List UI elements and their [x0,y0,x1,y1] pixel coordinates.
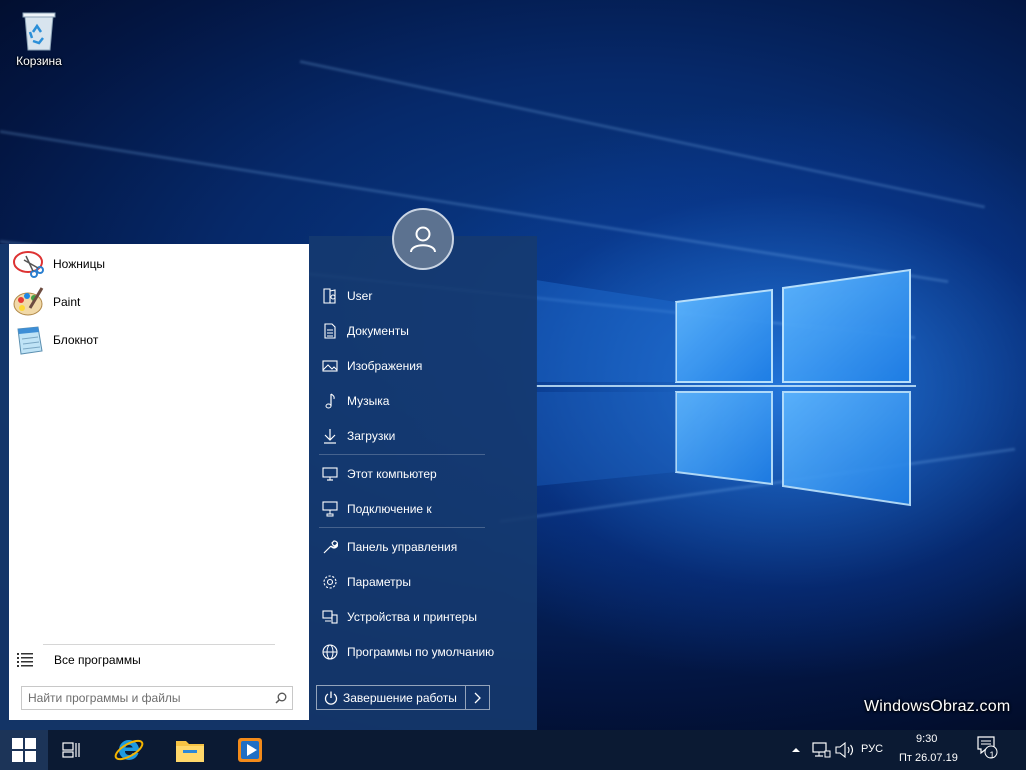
start-search-box [21,686,293,710]
start-menu-programs-pane: Ножницы Paint Блокнот Все программы Найт… [9,244,309,720]
start-item-label: Документы [347,324,409,338]
file-explorer-button[interactable] [166,730,214,770]
computer-icon [322,467,338,481]
start-item-label: Панель управления [347,540,458,554]
program-item-snipping-tool[interactable]: Ножницы [9,246,309,282]
program-item-notepad[interactable]: Блокнот [9,322,309,358]
program-label: Paint [53,295,81,309]
internet-explorer-button[interactable] [105,730,153,770]
shutdown-control: Завершение работы [316,685,490,710]
start-item-control-panel[interactable]: Панель управления [309,532,537,562]
gear-icon [323,575,337,589]
notification-count-badge: 1 [989,750,995,760]
start-item-label: Программы по умолчанию [347,645,495,659]
control-panel-icon [323,540,338,554]
shutdown-label: Завершение работы [343,690,457,705]
volume-tray-button[interactable] [835,741,855,759]
start-item-connect-to[interactable]: Подключение к [309,494,537,524]
media-player-button[interactable] [226,730,274,770]
network-connect-icon [322,501,338,517]
windows-logo-icon [12,738,36,762]
list-icon [17,653,33,667]
start-item-label: Музыка [347,394,390,408]
start-item-default-programs[interactable]: Программы по умолчанию [309,637,537,667]
start-menu-places-pane: User Документы Изображения Музыка Загруз… [309,208,537,730]
user-avatar-icon [410,226,436,253]
network-tray-button[interactable] [811,741,831,759]
start-item-label: Изображения [347,359,423,373]
media-player-icon [238,738,262,762]
program-item-paint[interactable]: Paint [9,284,309,320]
chevron-up-icon [792,748,800,752]
start-menu: Ножницы Paint Блокнот Все программы Найт… [0,208,537,730]
task-view-icon [62,742,80,758]
input-language-indicator[interactable]: РУС [861,743,883,755]
desktop-icon-label: Корзина [16,54,62,68]
shutdown-options-button[interactable] [465,686,489,709]
recycle-bin-icon [22,12,56,51]
start-item-pictures[interactable]: Изображения [309,351,537,381]
start-item-label: Этот компьютер [347,467,437,481]
start-item-downloads[interactable]: Загрузки [309,421,537,451]
action-center-button[interactable]: 1 [976,736,998,760]
all-programs-button[interactable]: Все программы [9,648,309,672]
search-icon[interactable] [270,692,292,704]
user-avatar[interactable] [392,208,454,270]
pictures-icon [322,360,338,372]
start-item-label: User [347,289,373,303]
music-icon [325,393,335,409]
power-icon [324,691,338,705]
search-input[interactable] [22,688,270,708]
start-item-label: Подключение к [347,502,432,516]
shutdown-button[interactable]: Завершение работы [317,686,465,709]
notepad-icon [17,326,43,355]
network-icon [812,742,831,758]
user-folder-icon [323,288,336,304]
start-item-settings[interactable]: Параметры [309,567,537,597]
downloads-icon [324,429,336,444]
program-label: Блокнот [53,333,99,347]
start-item-label: Загрузки [347,429,396,443]
globe-icon [322,644,338,660]
start-item-music[interactable]: Музыка [309,386,537,416]
start-item-label: Устройства и принтеры [347,610,477,624]
start-menu-divider [319,454,485,455]
all-programs-label: Все программы [54,653,141,667]
show-hidden-icons-button[interactable] [791,741,801,759]
task-view-button[interactable] [48,730,96,770]
clock-time[interactable]: 9:30 [916,733,937,745]
internet-explorer-icon [114,739,144,761]
start-button[interactable] [0,730,48,770]
start-item-label: Параметры [347,575,411,589]
start-item-devices-printers[interactable]: Устройства и принтеры [309,602,537,632]
clock-date[interactable]: Пт 26.07.19 [899,752,958,764]
taskbar: РУС 9:30 Пт 26.07.19 1 [0,730,1026,770]
desktop-icon-recycle-bin[interactable]: Корзина [8,8,70,68]
program-label: Ножницы [53,257,106,271]
start-item-user[interactable]: User [309,281,537,311]
snipping-tool-icon [13,251,44,278]
documents-icon [324,323,336,339]
chevron-right-icon [474,692,481,703]
start-item-this-pc[interactable]: Этот компьютер [309,459,537,489]
all-programs-divider [43,644,275,645]
speaker-icon [835,742,854,758]
printer-icon [322,610,338,624]
paint-icon [13,287,44,316]
file-explorer-icon [176,741,204,762]
watermark-text: WindowsObraz.com [864,698,1011,715]
start-item-documents[interactable]: Документы [309,316,537,346]
start-menu-divider [319,527,485,528]
